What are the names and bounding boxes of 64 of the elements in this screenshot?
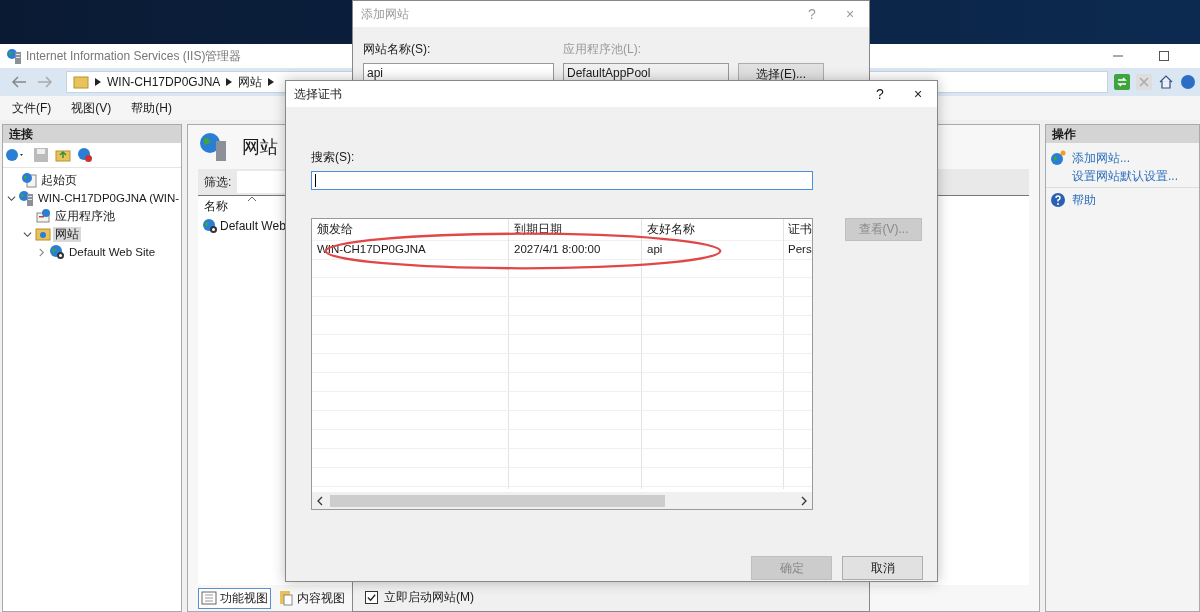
globe-icon	[49, 244, 65, 260]
table-cell: Pers	[784, 240, 812, 260]
back-icon[interactable]	[10, 75, 28, 89]
folder-globe-icon	[35, 226, 51, 242]
panel-header: 连接	[3, 125, 181, 143]
tree-item[interactable]: WIN-CH17DP0GJNA (WIN-	[36, 192, 182, 204]
site-name[interactable]: Default Web	[220, 219, 286, 233]
title-control[interactable]: ?	[861, 86, 899, 102]
scroll-left-icon[interactable]	[316, 495, 324, 506]
server-globe-icon	[18, 190, 34, 206]
breadcrumb-arrow-icon	[226, 78, 233, 86]
search-field[interactable]	[311, 171, 813, 190]
dialog-title: 添加网站	[361, 5, 410, 23]
page-globe-icon	[21, 172, 37, 188]
globe-icon	[202, 218, 218, 234]
action-link[interactable]: 添加网站...	[1072, 149, 1130, 167]
column-header[interactable]: 友好名称	[642, 219, 784, 241]
cancel-button[interactable]: 取消	[842, 556, 923, 580]
dialog-title: 选择证书	[294, 85, 343, 103]
horizontal-scrollbar[interactable]	[312, 492, 812, 509]
document-folder-icon	[278, 590, 294, 606]
tree-item[interactable]: 应用程序池	[53, 208, 117, 224]
action-link[interactable]: 帮助	[1072, 191, 1096, 209]
scroll-thumb[interactable]	[330, 494, 665, 507]
search-label: 搜索(S):	[311, 149, 356, 166]
scroll-right-icon[interactable]	[800, 495, 808, 506]
table-cell: api	[642, 240, 784, 260]
breadcrumb-arrow-icon	[268, 78, 275, 86]
action-link[interactable]: 设置网站默认设置...	[1072, 167, 1178, 185]
column-header[interactable]: 证书	[784, 219, 812, 241]
disconnect-globe-icon[interactable]	[77, 147, 93, 163]
site-name-field[interactable]: api	[363, 63, 554, 83]
column-header[interactable]: 颁发给	[312, 219, 509, 241]
window-title: Internet Information Services (IIS)管理器	[26, 47, 242, 65]
view-tab[interactable]: 内容视图	[275, 587, 348, 609]
folder-up-icon[interactable]	[55, 147, 71, 163]
folder-icon	[73, 74, 89, 90]
maximize-icon[interactable]	[1158, 50, 1170, 62]
grid-view-icon	[201, 590, 217, 606]
filter-label: 筛选:	[204, 173, 232, 191]
column-header[interactable]: 名称	[204, 197, 228, 215]
refresh-icon[interactable]	[1114, 74, 1130, 90]
table-cell: 2027/4/1 8:00:00	[509, 240, 642, 260]
tree-item[interactable]: 网站	[53, 226, 81, 242]
sort-caret-icon	[248, 196, 256, 201]
menu-item[interactable]: 视图(V)	[71, 99, 112, 117]
panel-header: 操作	[1046, 125, 1199, 143]
page-title: 网站	[242, 136, 278, 159]
breadcrumb-item[interactable]: WIN-CH17DP0GJNA	[107, 75, 221, 89]
title-control[interactable]: ×	[899, 86, 937, 102]
checkbox-label[interactable]: 立即启动网站(M)	[384, 589, 474, 606]
server-globe-icon	[6, 48, 22, 64]
menu-item[interactable]: 帮助(H)	[131, 99, 172, 117]
app-pool-icon	[35, 208, 51, 224]
breadcrumb-arrow-icon	[95, 78, 101, 86]
home-icon[interactable]	[1158, 74, 1174, 90]
breadcrumb-item[interactable]: 网站	[238, 73, 263, 91]
field-label: 应用程序池(L):	[563, 41, 642, 58]
tree-item[interactable]: Default Web Site	[67, 246, 158, 258]
view-tab[interactable]: 功能视图	[198, 587, 271, 609]
menu-item[interactable]: 文件(F)	[12, 99, 52, 117]
checkbox[interactable]	[365, 591, 378, 604]
tree-item[interactable]: 起始页	[39, 172, 79, 188]
field-label: 网站名称(S):	[363, 41, 432, 58]
